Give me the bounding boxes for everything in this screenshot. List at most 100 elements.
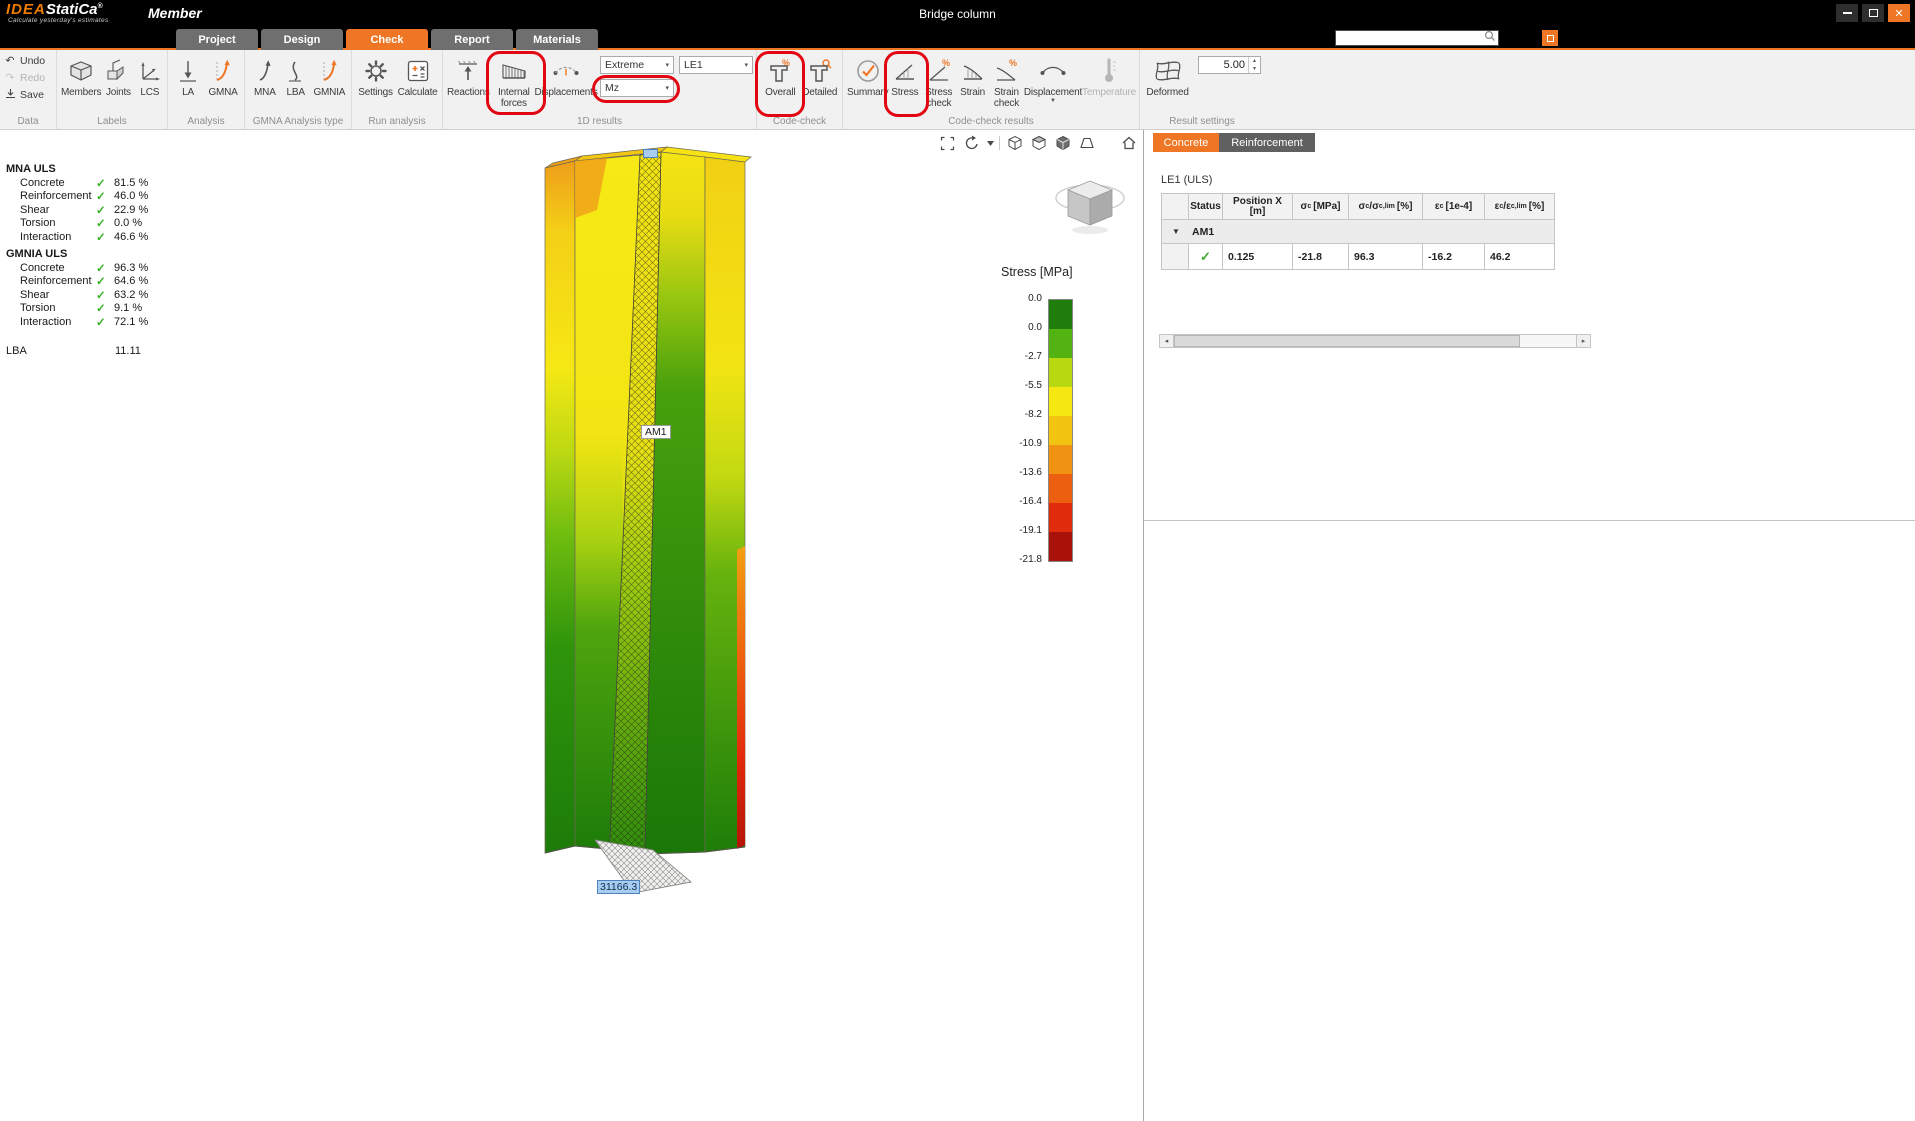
table-horizontal-scrollbar[interactable]: ◂ ▸ [1159,334,1591,348]
stress-check-button[interactable]: % Stress check [921,53,956,109]
ribbon-group-result-settings: Deformed 5.00 ▲ ▼ Result settings [1140,50,1264,129]
calculate-button[interactable]: Calculate [396,53,439,98]
redo-button[interactable]: ↷ Redo [4,70,56,85]
diagram-extreme-label-top [643,149,658,158]
check-icon: ✓ [96,288,114,302]
scrollbar-right-arrow[interactable]: ▸ [1576,334,1591,348]
save-button[interactable]: Save [4,87,56,102]
gear-icon [363,54,389,87]
extreme-dropdown[interactable]: Extreme ▾ [600,56,674,74]
ribbon-group-analysis: LA GMNA Analysis [168,50,245,129]
column-stress-render[interactable] [495,140,805,920]
group-member-name: AM1 [1190,226,1556,238]
summary-icon [853,54,883,87]
temperature-button[interactable]: Temperature [1082,53,1136,98]
tab-reinforcement[interactable]: Reinforcement [1219,133,1315,152]
table-header-row: Status Position X [m] σc[MPa] σc/σc,lim[… [1161,193,1555,220]
undo-button[interactable]: ↶ Undo [4,53,56,68]
search-input[interactable] [1335,30,1499,46]
tab-report[interactable]: Report [431,29,513,50]
displacement-button[interactable]: Displacement ▼ [1024,53,1082,104]
section-title: MNA ULS [6,162,216,176]
home-view-button[interactable] [1119,134,1138,152]
lcs-button[interactable]: LCS [136,53,164,98]
detailed-button[interactable]: Detailed [801,53,840,98]
settings-button[interactable]: Settings [356,53,395,98]
tab-check[interactable]: Check [346,29,428,50]
mna-button[interactable]: MNA [249,53,281,98]
main-tabbar: Project Design Check Report Materials [0,27,1915,50]
scrollbar-thumb[interactable] [1174,335,1520,347]
gmna-button[interactable]: GMNA [205,53,241,98]
result-row: Torsion✓0.0 % [6,216,216,229]
scale-value[interactable]: 5.00 [1199,57,1248,73]
spinner-down-button[interactable]: ▼ [1249,65,1260,73]
maximize-button[interactable] [1862,4,1884,22]
check-icon: ✓ [96,315,114,329]
tabbar-action-button[interactable] [1542,30,1558,46]
legend-color-band [1049,445,1072,474]
orbit-button[interactable] [962,134,981,152]
deformed-scale-spinner[interactable]: 5.00 ▲ ▼ [1198,56,1261,74]
close-icon: ✕ [1894,7,1903,20]
spinner-up-button[interactable]: ▲ [1249,57,1260,65]
result-row: Shear✓22.9 % [6,203,216,216]
legend-tick-label: -21.8 [1019,554,1042,565]
gmnia-button[interactable]: GMNIA [311,53,348,98]
1d-results-dropdowns: Extreme ▾ LE1 ▾ Mz ▾ [600,56,753,97]
overall-button[interactable]: % Overall [761,53,800,98]
deformed-grid-icon [1153,54,1183,87]
joints-button[interactable]: Joints [102,53,134,98]
group-label-data: Data [0,116,56,127]
tab-concrete[interactable]: Concrete [1153,133,1219,152]
scrollbar-left-arrow[interactable]: ◂ [1159,334,1174,348]
chevron-down-icon: ▼ [1050,98,1056,104]
result-row: Interaction✓72.1 % [6,315,216,328]
legend-tick-label: 0.0 [1028,322,1042,333]
cell-sigma-ratio: 96.3 [1349,244,1423,270]
maximize-icon [1869,9,1878,17]
view-axonometry-button[interactable] [1005,134,1024,152]
summary-button[interactable]: Summary [847,53,888,98]
view-solid-button[interactable] [1053,134,1072,152]
stress-button[interactable]: Stress [888,53,921,98]
table-group-row[interactable]: ▼ AM1 [1161,220,1555,244]
gmna-icon [211,54,235,87]
loadcase-dropdown[interactable]: LE1 ▾ [679,56,753,74]
view-perspective-button[interactable] [1077,134,1096,152]
members-icon [67,54,95,87]
displacements-button[interactable]: Displacements [538,53,594,98]
app-name: Member [148,5,202,21]
toolbar-divider [999,136,1000,150]
lba-button[interactable]: LBA [282,53,310,98]
view-front-button[interactable] [1029,134,1048,152]
la-button[interactable]: LA [172,53,204,98]
table-row[interactable]: ✓ 0.125 -21.8 96.3 -16.2 46.2 [1161,244,1555,270]
close-button[interactable]: ✕ [1888,4,1910,22]
expander-icon[interactable]: ▼ [1162,227,1190,236]
tab-project[interactable]: Project [176,29,258,50]
3d-viewport[interactable]: MNA ULS Concrete✓81.5 % Reinforcement✓46… [0,130,1143,1121]
logo-registered-mark: ® [98,3,103,10]
internal-forces-button[interactable]: Internal forces [491,53,537,109]
zoom-fit-button[interactable] [938,134,957,152]
tab-design[interactable]: Design [261,29,343,50]
cell-sigma: -21.8 [1293,244,1349,270]
deformed-button[interactable]: Deformed [1144,53,1191,98]
component-dropdown[interactable]: Mz ▾ [600,79,674,97]
navigation-cube[interactable] [1052,168,1128,245]
reactions-button[interactable]: Reactions [447,53,490,98]
strain-check-button[interactable]: % Strain check [989,53,1024,109]
minimize-button[interactable] [1836,4,1858,22]
logo-tagline: Calculate yesterday's estimates [8,17,109,24]
tab-materials[interactable]: Materials [516,29,598,50]
orbit-options-caret[interactable] [986,134,994,152]
legend-color-band [1049,503,1072,532]
strain-button[interactable]: Strain [956,53,989,98]
diagram-extreme-value-label[interactable]: 31166.3 [597,880,640,894]
members-button[interactable]: Members [61,53,101,98]
scrollbar-track[interactable] [1174,334,1576,348]
member-label[interactable]: AM1 [641,425,671,439]
ribbon-group-labels: Members Joints LCS Labels [57,50,168,129]
lcs-icon [137,54,163,87]
